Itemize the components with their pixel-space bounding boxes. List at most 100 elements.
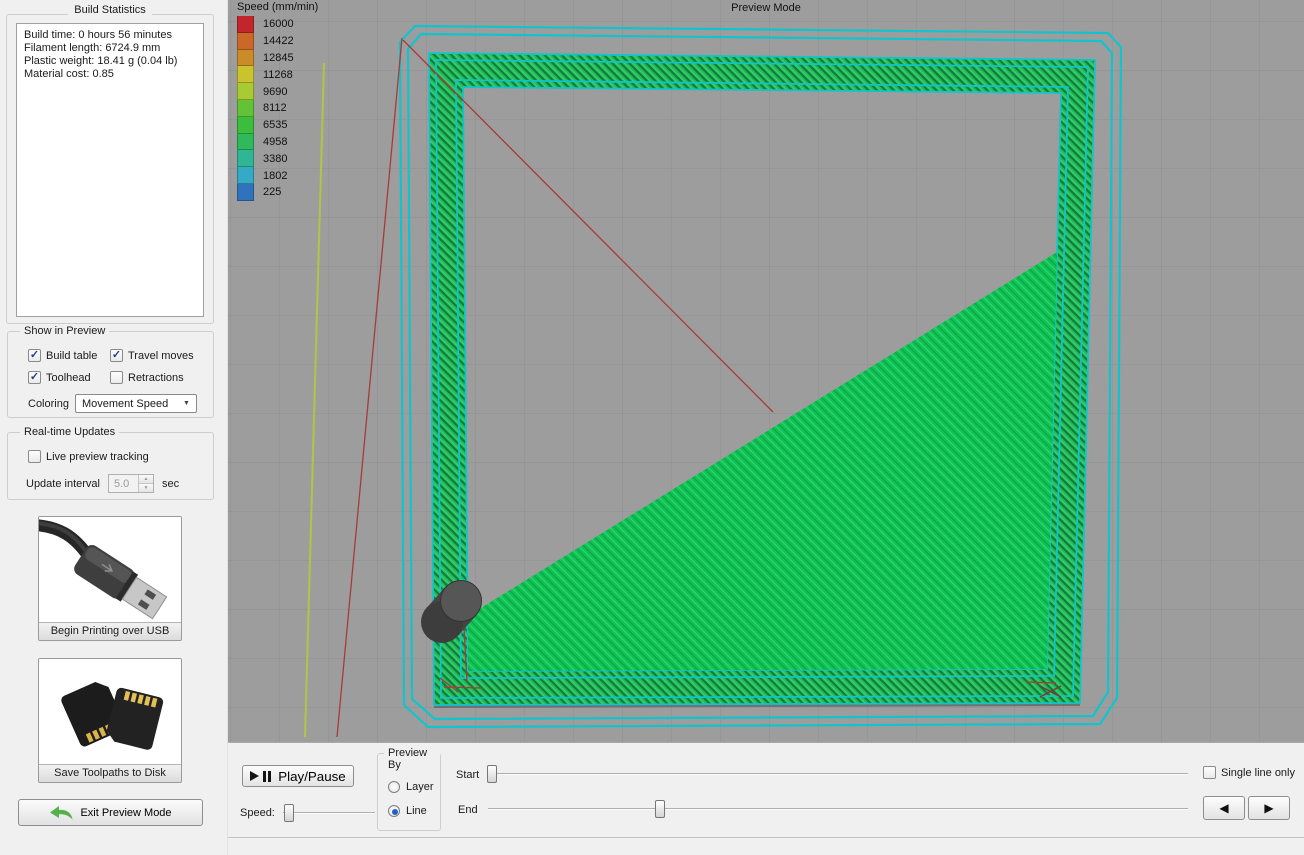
simplify3d-preview-window: { "sidebar": { "build_statistics": { "ti… — [0, 0, 1304, 855]
start-slider-track[interactable] — [488, 773, 1188, 775]
toolpath-canvas — [228, 0, 1304, 742]
next-line-button[interactable]: ▶ — [1248, 796, 1290, 820]
exit-preview-mode-button[interactable]: Exit Preview Mode — [18, 799, 203, 826]
legend-title: Speed (mm/min) — [237, 1, 318, 13]
checkbox-box[interactable]: ✓ — [1203, 766, 1216, 779]
pause-icon — [263, 771, 271, 782]
coloring-dropdown-value: Movement Speed — [82, 398, 168, 410]
legend-entry: 225 — [237, 184, 318, 201]
checkbox-box[interactable]: ✓ — [28, 450, 41, 463]
radio-button[interactable] — [388, 805, 400, 817]
stat-build-time: Build time: 0 hours 56 minutes — [24, 29, 196, 42]
legend-swatch — [237, 50, 254, 67]
speed-slider[interactable] — [283, 803, 375, 823]
legend-entry: 8112 — [237, 100, 318, 117]
legend-entry: 4958 — [237, 134, 318, 151]
show-in-preview-title: Show in Preview — [20, 325, 109, 337]
check-icon: ✓ — [112, 350, 121, 361]
radio-label: Layer — [406, 781, 434, 793]
legend-swatch — [237, 83, 254, 100]
chevron-down-icon: ▼ — [183, 400, 190, 407]
legend-swatch — [237, 134, 254, 151]
checkbox-label: Single line only — [1221, 767, 1295, 779]
legend-value: 8112 — [263, 102, 287, 114]
prev-arrow-icon: ◀ — [1219, 801, 1228, 815]
start-label: Start — [456, 769, 479, 781]
start-slider-handle[interactable] — [487, 765, 497, 783]
update-interval-label: Update interval — [26, 478, 100, 490]
end-slider[interactable] — [488, 799, 1188, 819]
previous-line-button[interactable]: ◀ — [1203, 796, 1245, 820]
legend-entry: 1802 — [237, 167, 318, 184]
save-toolpaths-button[interactable]: Save Toolpaths to Disk — [38, 658, 182, 783]
checkbox-live-preview-tracking[interactable]: ✓ Live preview tracking — [28, 450, 149, 463]
checkbox-retractions[interactable]: ✓ Retractions — [110, 371, 203, 384]
build-statistics-box: Build time: 0 hours 56 minutes Filament … — [16, 23, 204, 317]
play-pause-button[interactable]: Play/Pause — [242, 765, 354, 787]
checkbox-box[interactable]: ✓ — [28, 371, 41, 384]
check-icon: ✓ — [30, 372, 39, 383]
radio-line[interactable]: Line — [388, 805, 427, 817]
playback-toolbar: Play/Pause Speed: Preview By Layer Line … — [228, 742, 1304, 838]
legend-swatch — [237, 167, 254, 184]
stat-material-cost: Material cost: 0.85 — [24, 68, 196, 81]
end-slider-track[interactable] — [488, 808, 1188, 810]
checkbox-label: Travel moves — [128, 350, 194, 362]
speed-slider-track[interactable] — [283, 812, 375, 814]
legend-value: 14422 — [263, 35, 294, 47]
checkbox-box[interactable]: ✓ — [110, 349, 123, 362]
update-interval-spinner[interactable]: 5.0 ▲ ▼ — [108, 474, 154, 493]
legend-swatch — [237, 150, 254, 167]
checkbox-box[interactable]: ✓ — [28, 349, 41, 362]
legend-value: 225 — [263, 186, 281, 198]
check-icon: ✓ — [30, 350, 39, 361]
preview-viewport[interactable]: Preview Mode Speed (mm/min) 16000 14422 … — [228, 0, 1304, 742]
radio-layer[interactable]: Layer — [388, 781, 434, 793]
spinner-down-icon[interactable]: ▼ — [139, 483, 153, 492]
play-pause-label: Play/Pause — [278, 769, 345, 784]
legend-entry: 14422 — [237, 33, 318, 50]
checkbox-single-line-only[interactable]: ✓ Single line only — [1203, 766, 1295, 779]
sd-button-label[interactable]: Save Toolpaths to Disk — [39, 764, 181, 782]
usb-button-label[interactable]: Begin Printing over USB — [39, 622, 181, 640]
legend-swatch — [237, 16, 254, 33]
checkbox-label: Build table — [46, 350, 97, 362]
legend-entry: 11268 — [237, 66, 318, 83]
radio-button[interactable] — [388, 781, 400, 793]
spinner-up-icon[interactable]: ▲ — [139, 475, 153, 483]
legend-value: 3380 — [263, 153, 287, 165]
legend-entry: 3380 — [237, 150, 318, 167]
legend-swatch — [237, 100, 254, 117]
checkbox-toolhead[interactable]: ✓ Toolhead — [28, 371, 110, 384]
end-slider-handle[interactable] — [655, 800, 665, 818]
begin-printing-usb-button[interactable]: Begin Printing over USB — [38, 516, 182, 641]
checkbox-travel-moves[interactable]: ✓ Travel moves — [110, 349, 203, 362]
show-in-preview-options: ✓ Build table ✓ Travel moves ✓ Toolhead … — [28, 349, 203, 384]
next-arrow-icon: ▶ — [1264, 801, 1273, 815]
legend-value: 11268 — [263, 69, 293, 81]
legend-entry: 9690 — [237, 83, 318, 100]
speed-slider-handle[interactable] — [284, 804, 294, 822]
checkbox-label: Toolhead — [46, 372, 91, 384]
usb-plug-image — [39, 517, 181, 622]
legend-entry: 6535 — [237, 117, 318, 134]
sd-cards-image — [39, 659, 181, 764]
legend-value: 6535 — [263, 119, 287, 131]
legend-entry: 16000 — [237, 16, 318, 33]
radio-label: Line — [406, 805, 427, 817]
coloring-dropdown[interactable]: Movement Speed ▼ — [75, 394, 197, 413]
sidebar: Build Statistics Build time: 0 hours 56 … — [0, 0, 228, 855]
speed-label: Speed: — [240, 807, 275, 819]
build-statistics-title: Build Statistics — [7, 4, 213, 16]
checkbox-label: Retractions — [128, 372, 184, 384]
start-slider[interactable] — [488, 764, 1188, 784]
build-statistics-group: Build Statistics Build time: 0 hours 56 … — [6, 14, 214, 324]
speed-legend: Speed (mm/min) 16000 14422 12845 11268 9… — [237, 1, 318, 201]
checkbox-build-table[interactable]: ✓ Build table — [28, 349, 110, 362]
end-label: End — [458, 804, 478, 816]
legend-value: 9690 — [263, 86, 287, 98]
checkbox-box[interactable]: ✓ — [110, 371, 123, 384]
preview-by-title: Preview By — [384, 747, 440, 771]
legend-swatch — [237, 66, 254, 83]
legend-value: 16000 — [263, 18, 294, 30]
